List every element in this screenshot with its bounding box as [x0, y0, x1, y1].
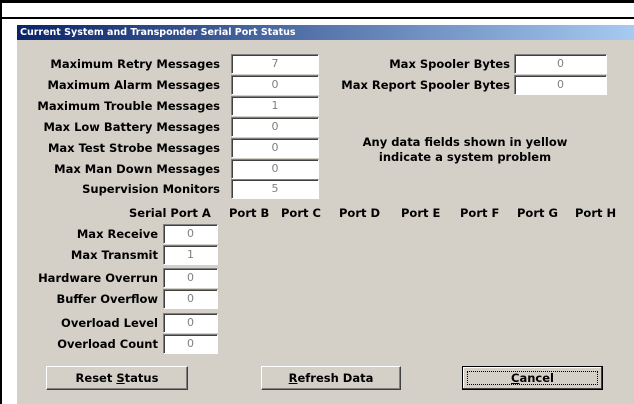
label-overload-count: Overload Count [57, 337, 158, 351]
port-header-a: Serial Port A [129, 206, 211, 220]
label-max-retry-messages: Maximum Retry Messages [50, 57, 220, 71]
refresh-data-label-post: efresh Data [297, 371, 374, 385]
reset-status-button[interactable]: Reset Status [46, 366, 188, 390]
separator-line [2, 17, 634, 19]
reset-status-mnemonic: S [116, 371, 125, 385]
port-header-e: Port E [401, 206, 441, 220]
field-max-test-strobe-messages[interactable]: 0 [231, 138, 319, 158]
top-strip [2, 3, 634, 17]
label-max-trouble-messages: Maximum Trouble Messages [37, 99, 220, 113]
field-hardware-overrun[interactable]: 0 [163, 268, 218, 288]
field-max-receive[interactable]: 0 [163, 224, 218, 244]
port-header-h: Port H [575, 206, 617, 220]
refresh-data-button[interactable]: Refresh Data [261, 366, 401, 390]
field-supervision-monitors[interactable]: 5 [231, 179, 319, 199]
field-max-alarm-messages[interactable]: 0 [231, 75, 319, 95]
label-buffer-overflow: Buffer Overflow [56, 292, 158, 306]
note-line-2: indicate a system problem [378, 150, 552, 164]
field-max-trouble-messages[interactable]: 1 [231, 96, 319, 116]
field-overload-count[interactable]: 0 [163, 334, 218, 354]
label-max-man-down-messages: Max Man Down Messages [54, 162, 220, 176]
field-max-report-spooler-bytes[interactable]: 0 [514, 75, 607, 95]
label-max-report-spooler-bytes: Max Report Spooler Bytes [341, 78, 510, 92]
label-hardware-overrun: Hardware Overrun [38, 271, 158, 285]
label-max-alarm-messages: Maximum Alarm Messages [47, 78, 220, 92]
port-header-f: Port F [460, 206, 500, 220]
port-header-c: Port C [281, 206, 321, 220]
focus-rectangle [467, 371, 598, 385]
field-max-retry-messages[interactable]: 7 [231, 54, 319, 74]
label-supervision-monitors: Supervision Monitors [82, 182, 220, 196]
cancel-button[interactable]: Cancel [462, 366, 603, 390]
field-max-low-battery-messages[interactable]: 0 [231, 117, 319, 137]
field-overload-level[interactable]: 0 [163, 313, 218, 333]
dialog-title: Current System and Transponder Serial Po… [17, 25, 634, 40]
label-max-spooler-bytes: Max Spooler Bytes [389, 57, 510, 71]
field-max-transmit[interactable]: 1 [163, 245, 218, 265]
field-max-man-down-messages[interactable]: 0 [231, 159, 319, 179]
port-header-g: Port G [517, 206, 558, 220]
label-overload-level: Overload Level [61, 316, 158, 330]
port-header-d: Port D [339, 206, 381, 220]
field-max-spooler-bytes[interactable]: 0 [514, 54, 607, 74]
label-max-test-strobe-messages: Max Test Strobe Messages [47, 141, 220, 155]
status-dialog: Current System and Transponder Serial Po… [16, 24, 634, 404]
reset-status-label-post: tatus [124, 371, 159, 385]
note-line-1: Any data fields shown in yellow [362, 135, 568, 149]
label-max-transmit: Max Transmit [70, 248, 158, 262]
label-max-receive: Max Receive [76, 227, 158, 241]
field-buffer-overflow[interactable]: 0 [163, 289, 218, 309]
port-header-b: Port B [229, 206, 270, 220]
reset-status-label-pre: Reset [75, 371, 117, 385]
label-max-low-battery-messages: Max Low Battery Messages [43, 120, 220, 134]
